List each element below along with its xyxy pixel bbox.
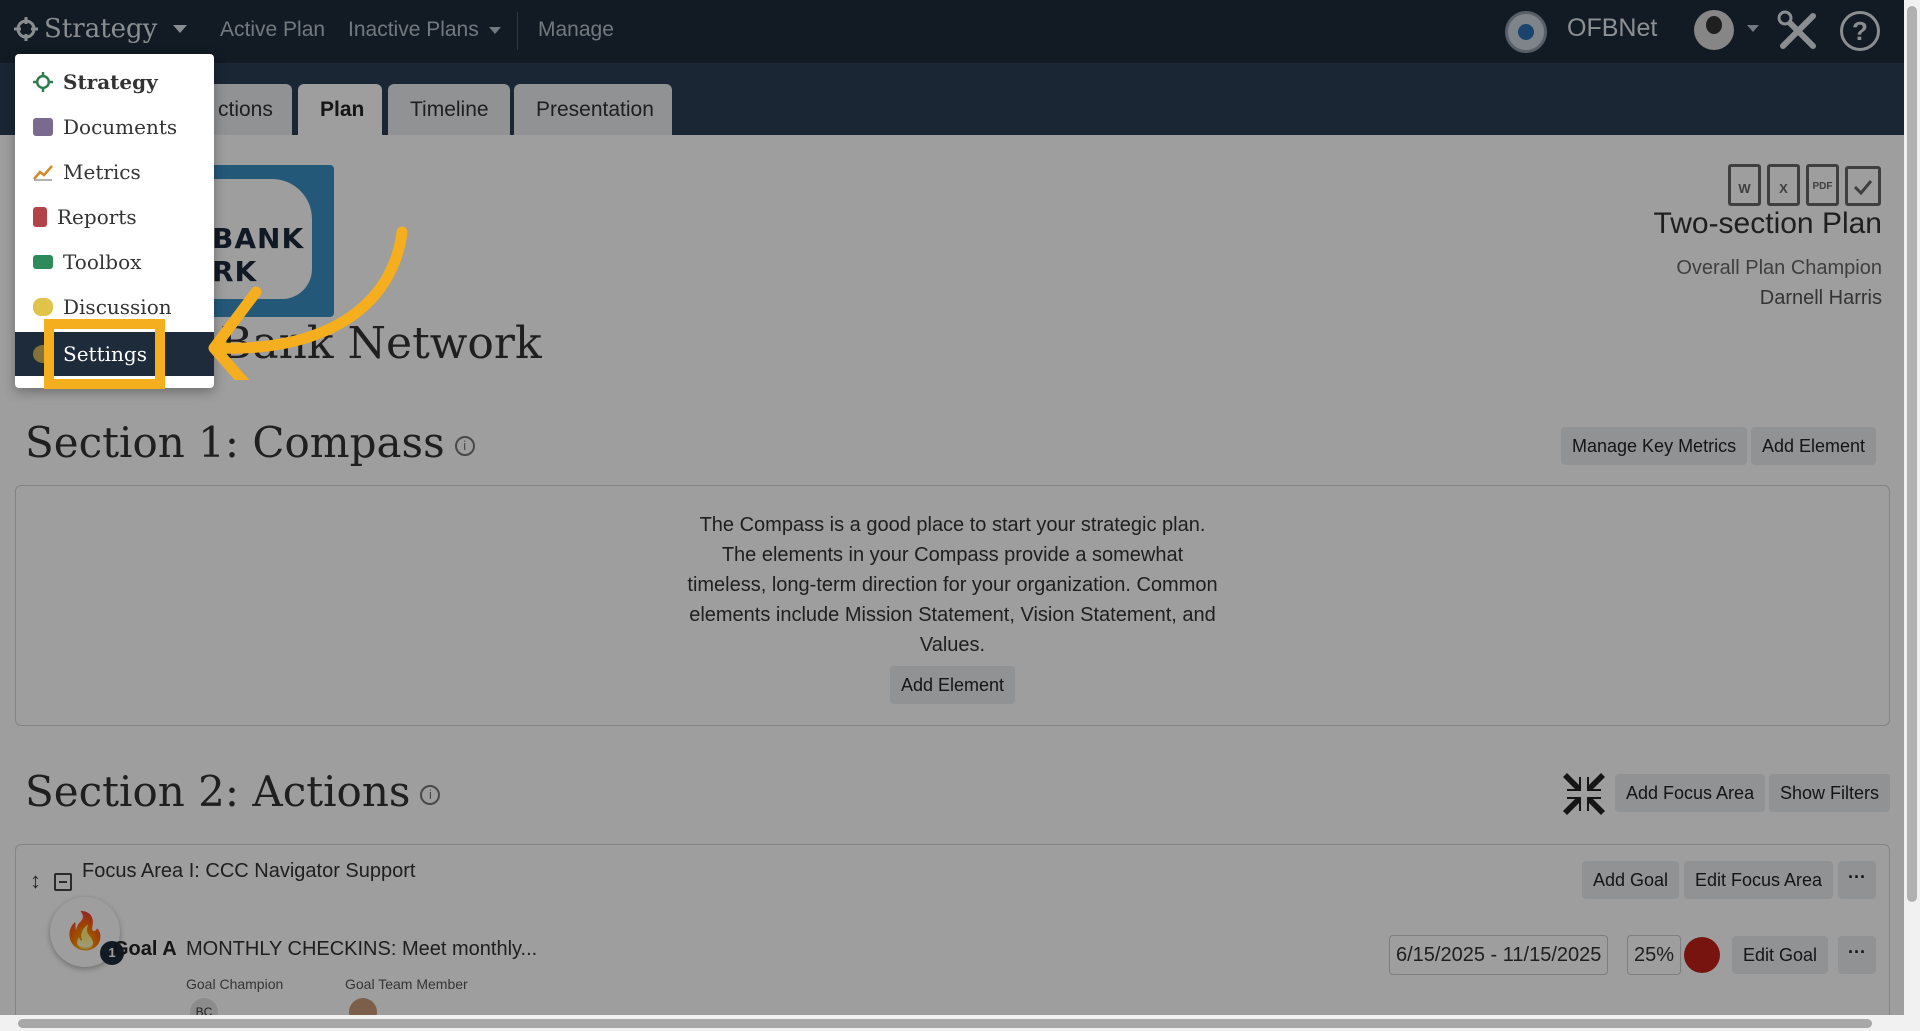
menu-item-metrics[interactable]: Metrics bbox=[15, 150, 214, 194]
vertical-scrollbar[interactable] bbox=[1904, 0, 1920, 1031]
menu-item-label: Toolbox bbox=[63, 250, 142, 274]
settings-highlight bbox=[44, 319, 165, 389]
menu-item-label: Reports bbox=[57, 205, 137, 229]
tutorial-overlay bbox=[0, 0, 1904, 1031]
scrollbar-thumb[interactable] bbox=[1907, 6, 1917, 902]
scrollbar-thumb[interactable] bbox=[18, 1019, 1872, 1028]
menu-item-strategy[interactable]: Strategy bbox=[15, 60, 214, 104]
menu-item-label: Discussion bbox=[63, 295, 172, 319]
crosshair-icon bbox=[33, 72, 53, 92]
menu-item-reports[interactable]: Reports bbox=[15, 195, 214, 239]
toolbox-icon bbox=[33, 255, 53, 269]
horizontal-scrollbar[interactable] bbox=[0, 1015, 1904, 1031]
menu-item-label: Documents bbox=[63, 115, 178, 139]
menu-item-label: Metrics bbox=[63, 160, 141, 184]
chat-bubbles-icon bbox=[33, 298, 53, 316]
menu-item-label: Strategy bbox=[63, 70, 158, 94]
menu-item-documents[interactable]: Documents bbox=[15, 105, 214, 149]
tutorial-arrow-icon bbox=[208, 226, 408, 380]
menu-item-toolbox[interactable]: Toolbox bbox=[15, 240, 214, 284]
folder-icon bbox=[33, 118, 53, 136]
clipboard-icon bbox=[33, 207, 47, 227]
chart-line-icon bbox=[33, 165, 53, 181]
